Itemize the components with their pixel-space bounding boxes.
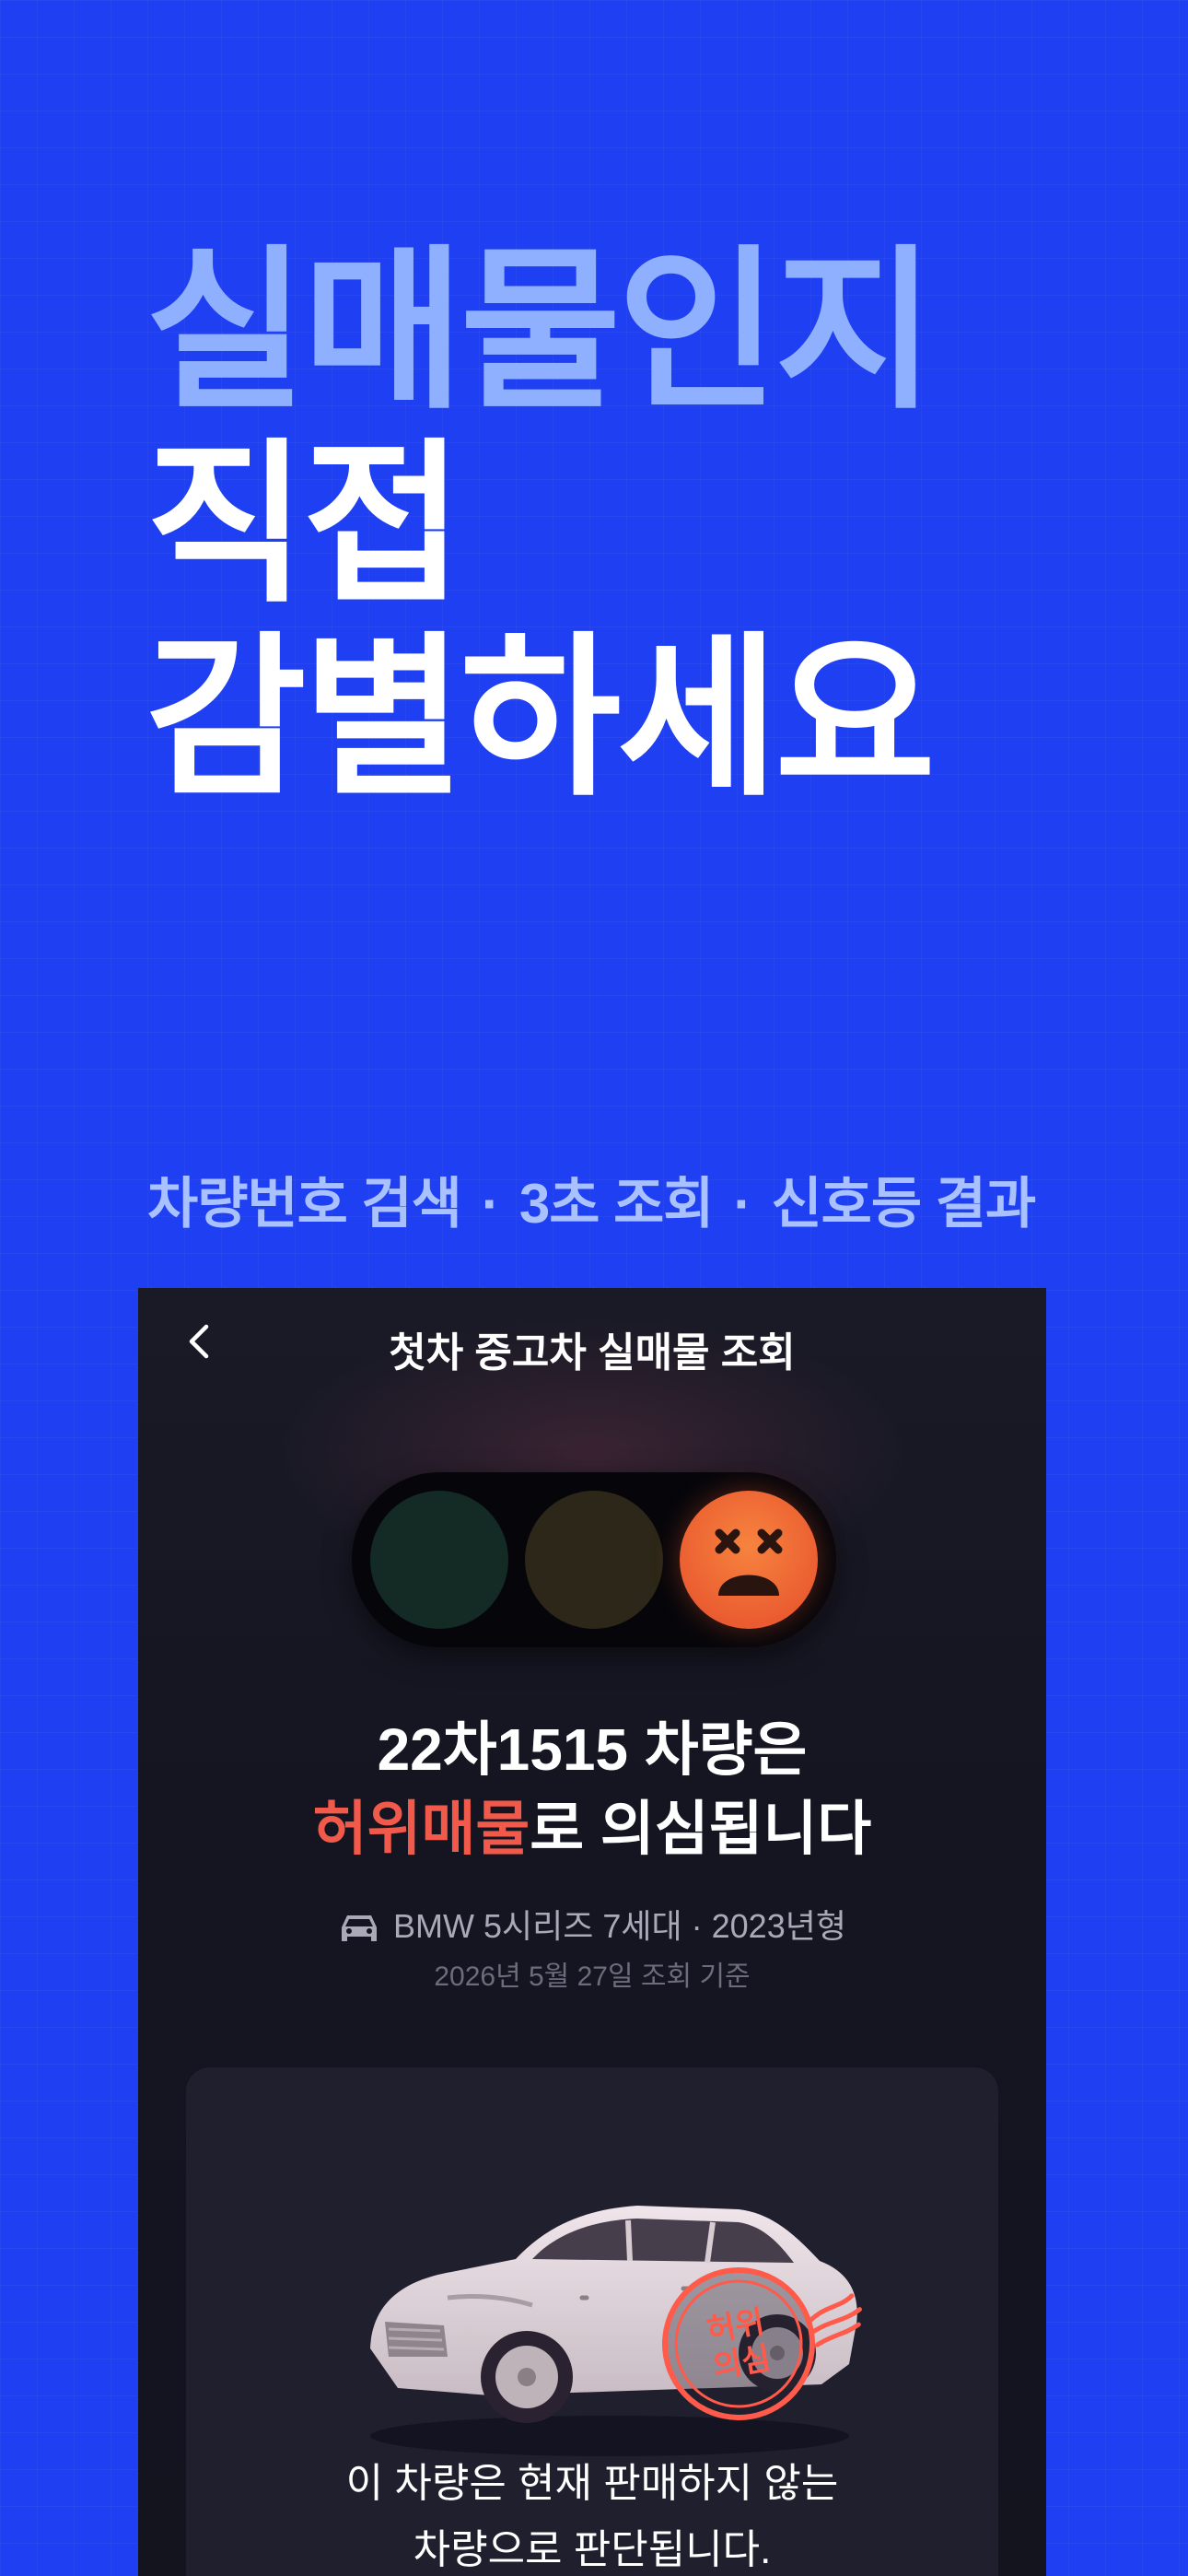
hero-headline: 실매물인지 직접 감별하세요 (146, 234, 936, 816)
lookup-date: 2026년 5월 27일 조회 기준 (434, 1961, 751, 1992)
verdict-line: 허위매물로 의심됩니다 (138, 1789, 1046, 1868)
app-screenshot: 첫차 중고차 실매물 조회 22차1515 차량은 허위매물로 의심됩니다 BM… (138, 1288, 1046, 2576)
verdict-rest: 로 의심됩니다 (530, 1796, 872, 1862)
plate-number-line: 22차1515 차량은 (377, 1716, 808, 1783)
nav-bar: 첫차 중고차 실매물 조회 (138, 1288, 1046, 1395)
traffic-lamp-yellow (525, 1491, 663, 1629)
vehicle-model: BMW 5시리즈 7세대 · 2023년형 (393, 1907, 846, 1945)
result-title: 22차1515 차량은 허위매물로 의심됩니다 (138, 1710, 1046, 1868)
note-line-1: 이 차량은 현재 판매하지 않는 (345, 2461, 839, 2506)
feature-plate-search: 차량번호 검색 (147, 1173, 462, 1235)
hero-line-1: 실매물인지 (146, 234, 936, 429)
traffic-light (352, 1472, 836, 1647)
feature-3sec-lookup: 3초 조회 (518, 1173, 715, 1235)
feature-separator: · (481, 1173, 500, 1235)
hero-line-3: 감별하세요 (146, 621, 936, 816)
nav-title: 첫차 중고차 실매물 조회 (389, 1330, 796, 1376)
vehicle-info: BMW 5시리즈 7세대 · 2023년형 (138, 1900, 1046, 1948)
feature-traffic-result: 신호등 결과 (771, 1173, 1036, 1235)
traffic-lamp-red (680, 1491, 818, 1629)
feature-separator: · (733, 1173, 752, 1235)
note-line-2: 차량으로 판단됩니다. (413, 2527, 772, 2572)
verdict-highlight: 허위매물 (312, 1796, 530, 1862)
hero-line-2: 직접 (146, 427, 464, 623)
feature-list: 차량번호 검색 · 3초 조회 · 신호등 결과 (147, 1159, 1036, 1239)
car-illustration: 허위 의심 (370, 2206, 863, 2456)
traffic-lamp-green (370, 1491, 508, 1629)
result-note: 이 차량은 현재 판매하지 않는 차량으로 판단됩니다. (138, 2451, 1046, 2576)
car-icon (342, 1915, 378, 1941)
dizzy-face-icon (715, 1528, 783, 1596)
